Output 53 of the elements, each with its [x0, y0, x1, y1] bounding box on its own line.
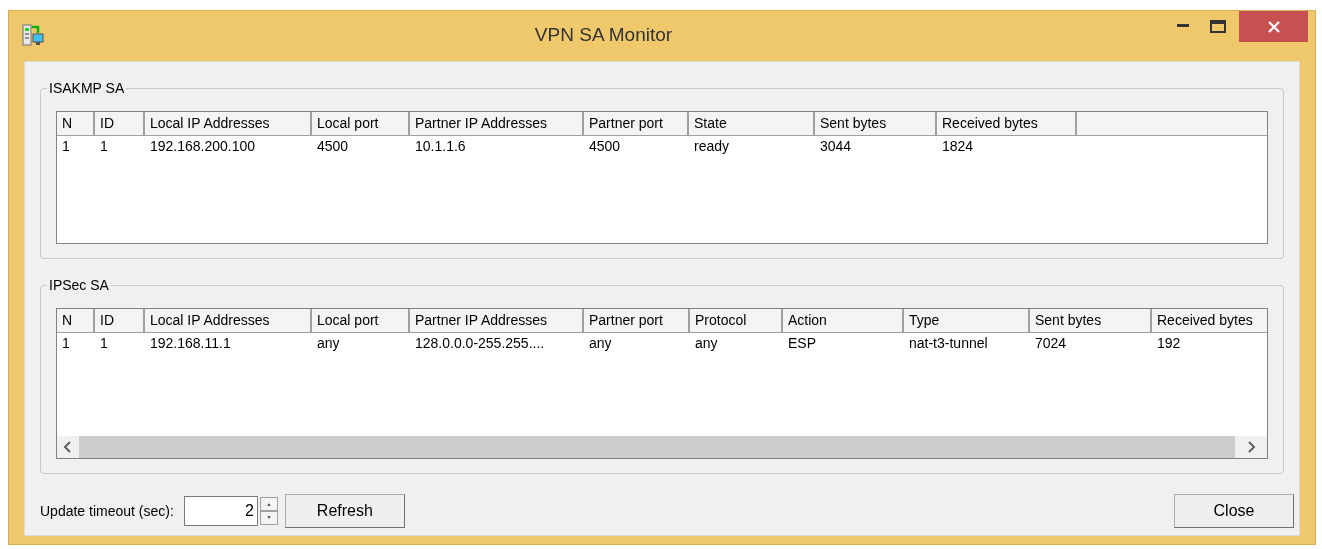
column-header[interactable]: Protocol	[690, 309, 783, 332]
column-header[interactable]: Received bytes	[937, 112, 1077, 135]
table-cell-text: 7024	[1034, 334, 1068, 353]
column-header[interactable]: Type	[904, 309, 1030, 332]
timeout-label: Update timeout (sec):	[40, 501, 174, 521]
table-cell-text: any	[316, 334, 341, 353]
spin-up-icon[interactable]	[259, 497, 278, 511]
column-header[interactable]: Local IP Addresses	[145, 309, 312, 332]
column-header[interactable]: Sent bytes	[1030, 309, 1152, 332]
table-cell-text: 1	[99, 334, 109, 353]
table-cell-text: 1824	[941, 137, 975, 156]
table-cell-text: 1	[61, 137, 71, 156]
refresh-button[interactable]: Refresh	[284, 494, 405, 528]
column-header[interactable]: Action	[783, 309, 904, 332]
table-cell-text: 192.168.200.100	[149, 137, 257, 156]
close-button[interactable]: Close	[1174, 494, 1294, 528]
table-cell-text: 1	[99, 137, 109, 156]
column-header[interactable]: Sent bytes	[815, 112, 937, 135]
column-header[interactable]: State	[689, 112, 815, 135]
minimize-icon	[1177, 24, 1189, 28]
table-cell-text: ready	[693, 137, 731, 156]
spin-down-icon[interactable]	[259, 511, 278, 525]
column-header[interactable]: Local port	[312, 309, 410, 332]
maximize-icon	[1210, 19, 1226, 33]
table-cell-text: 192.168.11.1	[149, 334, 232, 353]
column-header[interactable]: ID	[95, 309, 145, 332]
column-header[interactable]: Local port	[312, 112, 410, 135]
table-cell-text: any	[588, 334, 613, 353]
spin-buttons[interactable]	[259, 497, 278, 525]
table-cell-text: 10.1.1.6	[414, 137, 467, 156]
table-cell-text: 4500	[316, 137, 350, 156]
column-header[interactable]: Partner port	[584, 309, 690, 332]
column-header[interactable]: Partner IP Addresses	[410, 112, 584, 135]
column-header[interactable]: Received bytes	[1152, 309, 1267, 332]
close-icon	[1267, 20, 1280, 33]
table-cell-text: nat-t3-tunnel	[908, 334, 989, 353]
table-cell-text: 128.0.0.0-255.255....	[414, 334, 546, 353]
table-cell-text: 4500	[588, 137, 622, 156]
table-cell-text: ESP	[787, 334, 817, 353]
table-cell-text: 1	[61, 334, 71, 353]
app-icon	[22, 24, 44, 48]
column-header[interactable]: Partner IP Addresses	[410, 309, 584, 332]
table-cell-text: 192	[1156, 334, 1182, 353]
column-header[interactable]: Partner port	[584, 112, 689, 135]
close-window-button[interactable]	[1239, 11, 1308, 42]
window-title: VPN SA Monitor	[533, 23, 674, 47]
column-header[interactable]: ID	[95, 112, 145, 135]
column-header[interactable]: Local IP Addresses	[145, 112, 312, 135]
column-header[interactable]: N	[57, 309, 95, 332]
table-cell-text: 3044	[819, 137, 853, 156]
table-cell-text: any	[694, 334, 719, 353]
column-header[interactable]: N	[57, 112, 95, 135]
timeout-field[interactable]: 2	[183, 496, 258, 526]
